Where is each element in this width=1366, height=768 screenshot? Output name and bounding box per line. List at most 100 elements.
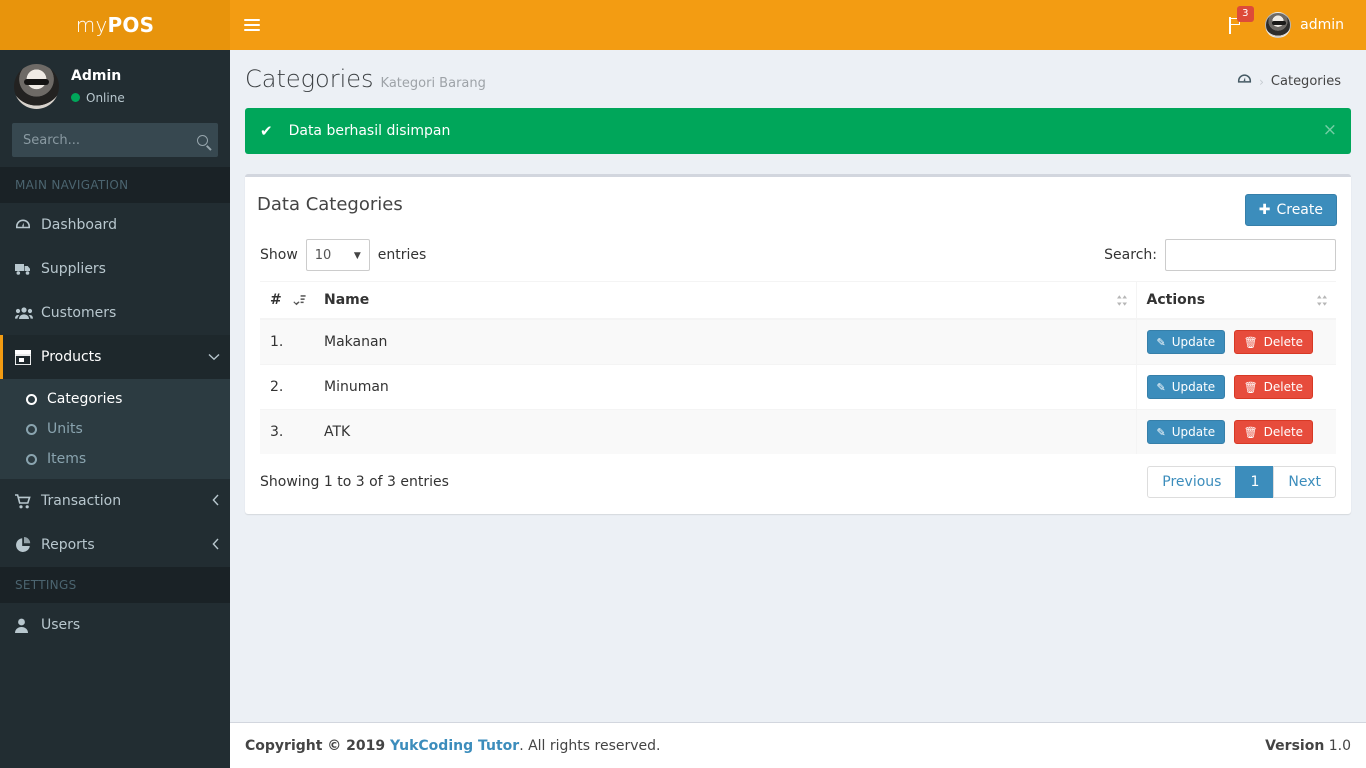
avatar (1265, 12, 1292, 38)
sort-icon (1316, 294, 1328, 307)
user-menu-label: admin (1300, 17, 1344, 33)
sort-icon (1116, 294, 1128, 307)
sidebar-item-products[interactable]: Products (0, 335, 230, 379)
version-value: 1.0 (1328, 737, 1351, 754)
sidebar: Admin Online MAIN NAVIGATION Dashboard (0, 50, 230, 768)
create-button-label: Create (1276, 202, 1323, 218)
box-icon (15, 349, 41, 365)
column-label: Name (324, 292, 370, 308)
logo-prefix: my (75, 13, 108, 37)
company-link[interactable]: YukCoding Tutor (390, 738, 519, 754)
products-submenu: Categories Units Items (0, 379, 230, 479)
sidebar-user-status: Online (71, 90, 125, 106)
column-header-name[interactable]: Name (314, 281, 1136, 320)
table-search-input[interactable] (1165, 239, 1336, 271)
delete-button[interactable]: 🗑 Delete (1233, 420, 1314, 444)
categories-table: # Name Actions 1. Makanan ✎ Update 🗑 Del… (260, 281, 1336, 454)
sidebar-avatar (14, 64, 59, 109)
footer-copyright: Copyright © 2019 YukCoding Tutor. All ri… (245, 738, 661, 754)
update-button-label: Update (1171, 335, 1216, 349)
copyright-suffix: . All rights reserved. (519, 737, 661, 754)
copyright-prefix: Copyright © 2019 (245, 737, 391, 754)
navbar-right: 3 admin (1217, 0, 1366, 50)
sidebar-item-items[interactable]: Items (0, 444, 230, 474)
user-menu-button[interactable]: admin (1257, 0, 1354, 50)
sidebar-user-status-label: Online (86, 90, 125, 105)
logo-suffix: POS (107, 13, 155, 37)
update-button[interactable]: ✎ Update (1146, 420, 1226, 444)
pie-chart-icon (15, 537, 41, 553)
sidebar-item-label: Dashboard (41, 217, 117, 233)
column-header-actions[interactable]: Actions (1135, 281, 1336, 320)
sidebar-item-users[interactable]: Users (0, 603, 230, 647)
app-logo[interactable]: my POS (0, 0, 230, 50)
alert-close-button[interactable]: × (1323, 122, 1337, 139)
search-button[interactable] (186, 123, 218, 157)
sidebar-item-suppliers[interactable]: Suppliers (0, 247, 230, 291)
column-label: # (270, 292, 282, 308)
sidebar-item-label: Suppliers (41, 261, 106, 277)
page-length-control: Show 10 ▼ entries (260, 239, 426, 271)
column-header-num[interactable]: # (260, 281, 314, 320)
version-label: Version (1265, 737, 1325, 754)
notifications-button[interactable]: 3 (1217, 0, 1257, 50)
pagination-next[interactable]: Next (1273, 466, 1336, 498)
sidebar-subitem-label: Items (47, 451, 87, 467)
create-button[interactable]: ✚ Create (1244, 194, 1337, 226)
sidebar-item-reports[interactable]: Reports (0, 523, 230, 567)
main-header: my POS 3 admin (0, 0, 1366, 50)
row-name: Makanan (314, 318, 1136, 365)
circle-o-icon (26, 423, 37, 435)
top-navbar: 3 admin (230, 0, 1366, 50)
update-button[interactable]: ✎ Update (1146, 375, 1226, 399)
delete-button[interactable]: 🗑 Delete (1233, 375, 1314, 399)
entries-label: entries (377, 247, 427, 263)
chevron-down-icon: ▼ (353, 251, 361, 261)
page-length-select[interactable]: 10 ▼ (305, 239, 370, 271)
circle-o-icon (26, 393, 37, 405)
cart-icon (15, 493, 41, 509)
sidebar-search (12, 123, 218, 157)
data-categories-box: Data Categories ✚ Create Show 10 ▼ entri… (245, 174, 1351, 514)
sidebar-item-categories[interactable]: Categories (0, 384, 230, 414)
row-number: 3. (260, 409, 314, 454)
sidebar-item-label: Customers (41, 305, 117, 321)
table-info: Showing 1 to 3 of 3 entries (260, 474, 449, 490)
content: ✔ Data berhasil disimpan × Data Categori… (230, 108, 1366, 529)
datatable-footer: Showing 1 to 3 of 3 entries Previous 1 N… (260, 454, 1336, 502)
circle-o-icon (26, 453, 37, 465)
breadcrumb: › Categories (1237, 72, 1341, 91)
sidebar-item-customers[interactable]: Customers (0, 291, 230, 335)
page-length-value: 10 (314, 247, 332, 263)
sidebar-item-label: Transaction (41, 493, 122, 509)
notification-count-badge: 3 (1237, 6, 1254, 22)
sidebar-toggle-button[interactable] (230, 0, 274, 50)
breadcrumb-home-icon[interactable] (1237, 72, 1252, 91)
table-row: 3. ATK ✎ Update 🗑 Delete (260, 409, 1336, 454)
show-label: Show (260, 247, 298, 263)
chevron-left-icon (212, 494, 220, 509)
delete-button[interactable]: 🗑 Delete (1233, 330, 1314, 354)
main-footer: Copyright © 2019 YukCoding Tutor. All ri… (230, 722, 1366, 768)
content-wrapper: Categories Kategori Barang › Categories ✔… (230, 50, 1366, 768)
search-icon (196, 134, 208, 146)
page-title-text: Categories (245, 65, 374, 93)
sidebar-item-dashboard[interactable]: Dashboard (0, 203, 230, 247)
pagination-page-1[interactable]: 1 (1235, 466, 1275, 498)
update-button[interactable]: ✎ Update (1146, 330, 1226, 354)
online-dot-icon (71, 93, 80, 103)
pagination: Previous 1 Next (1147, 466, 1336, 498)
sidebar-section-settings: SETTINGS (0, 567, 230, 603)
update-button-label: Update (1171, 380, 1216, 394)
alert-message: Data berhasil disimpan (288, 123, 451, 139)
chevron-left-icon (212, 538, 220, 553)
pagination-previous[interactable]: Previous (1147, 466, 1237, 498)
chevron-down-icon (208, 350, 220, 364)
delete-button-label: Delete (1263, 380, 1304, 394)
sidebar-item-units[interactable]: Units (0, 414, 230, 444)
trash-icon: 🗑 (1243, 380, 1258, 394)
pencil-icon: ✎ (1156, 380, 1166, 394)
row-actions: ✎ Update 🗑 Delete (1135, 364, 1336, 410)
sidebar-item-transaction[interactable]: Transaction (0, 479, 230, 523)
box-header: Data Categories ✚ Create (245, 177, 1351, 233)
